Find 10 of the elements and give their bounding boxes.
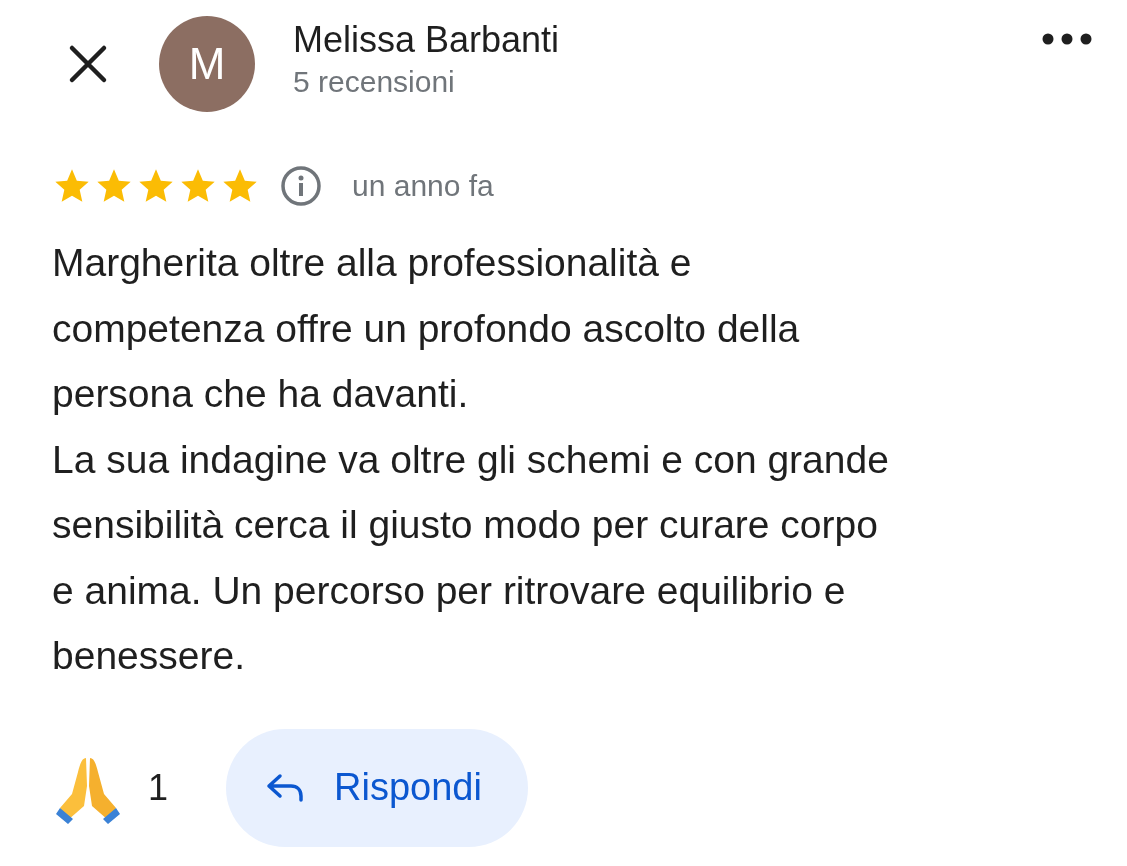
- review-time: un anno fa: [352, 169, 494, 203]
- info-icon[interactable]: [280, 165, 322, 207]
- reaction-count: 1: [148, 766, 169, 809]
- reply-button[interactable]: Rispondi: [226, 728, 528, 847]
- close-icon: [68, 44, 108, 84]
- avatar: M: [159, 16, 255, 112]
- reviewer-name: Melissa Barbanti: [293, 19, 561, 61]
- more-icon: [1042, 33, 1092, 45]
- review-text: Margherita oltre alla professionalità e competenza offre un profondo ascolto della persona che ha davanti. La sua indagine va oltre gli schemi e con grande sensibilità cerca il giusto modo per curare corpo e anima. Un percorso per ritrovare equilibrio e benessere.: [52, 240, 890, 679]
- review-count: 5 recensioni: [293, 65, 456, 99]
